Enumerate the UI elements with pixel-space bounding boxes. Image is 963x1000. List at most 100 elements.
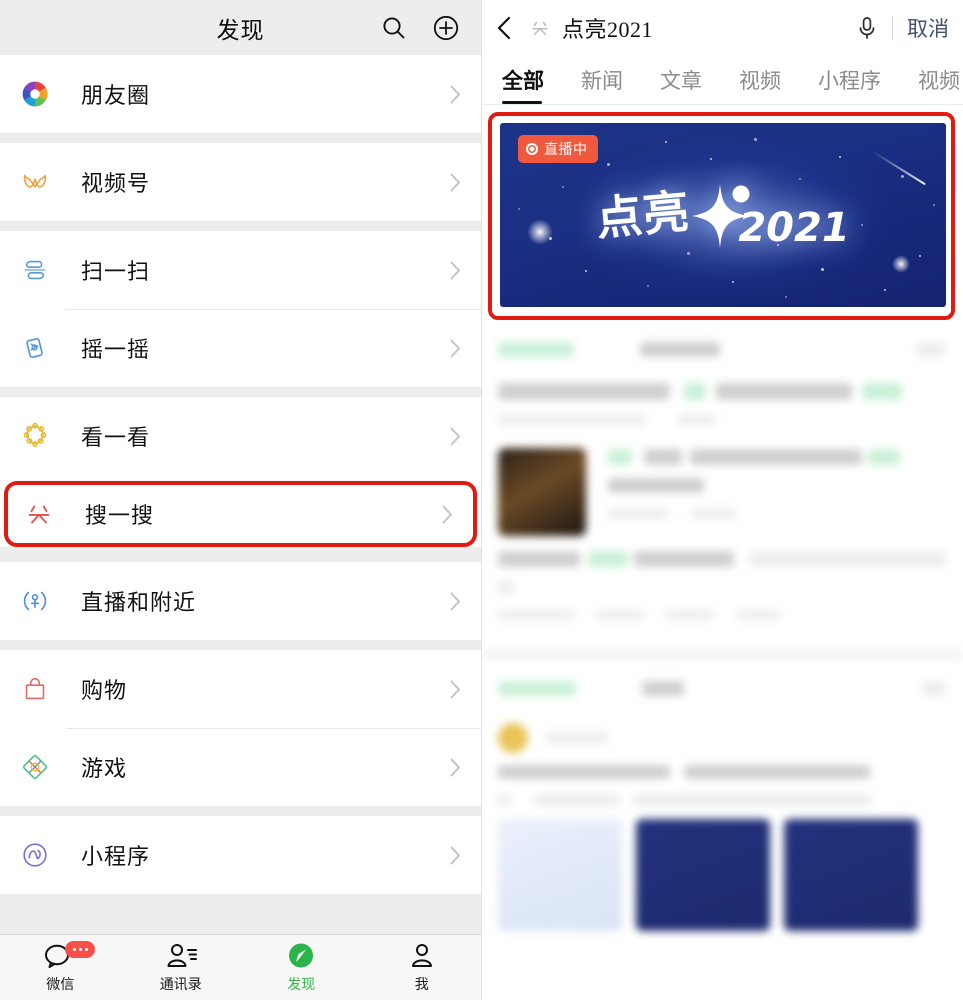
scan-icon <box>18 253 52 287</box>
live-banner-highlight: 直播中 点亮 2021 <box>488 112 955 320</box>
chevron-right-icon <box>450 173 461 192</box>
result-item[interactable] <box>482 326 963 448</box>
channels-icon <box>18 165 52 199</box>
group-divider <box>0 806 481 816</box>
search-sparkle-icon <box>528 16 552 40</box>
discover-group-6: 购物 游戏 <box>0 650 481 806</box>
sidebar-item-label: 游戏 <box>81 756 128 781</box>
group-divider <box>0 387 481 397</box>
search-results-panel: 点亮2021 取消 全部 新闻 文章 视频 小程序 视频 直播中 点亮 2021 <box>482 0 963 1000</box>
result-item[interactable] <box>482 448 963 546</box>
sidebar-item-games[interactable]: 游戏 <box>0 728 481 806</box>
games-icon <box>18 750 52 784</box>
header-divider <box>892 15 893 40</box>
tab-wechat[interactable]: 微信 <box>0 935 121 1000</box>
chevron-right-icon <box>450 339 461 358</box>
sidebar-item-label: 朋友圈 <box>81 83 151 108</box>
live-badge-label: 直播中 <box>544 143 588 158</box>
chevron-right-icon <box>450 758 461 777</box>
chevron-right-icon <box>450 592 461 611</box>
discover-group-3: 扫一扫 摇一摇 <box>0 231 481 387</box>
contacts-icon <box>164 941 198 971</box>
shake-icon <box>18 331 52 365</box>
chevron-right-icon <box>450 261 461 280</box>
result-tabs: 全部 新闻 文章 视频 小程序 视频 <box>482 55 963 105</box>
sidebar-item-scan[interactable]: 扫一扫 <box>0 231 481 309</box>
section-divider <box>482 650 963 659</box>
chat-bubble-icon <box>43 941 96 971</box>
live-nearby-icon <box>18 584 52 618</box>
search-sparkle-icon <box>22 497 56 531</box>
live-banner[interactable]: 直播中 点亮 2021 <box>500 123 946 307</box>
bottom-tabbar: 微信 通讯录 发现 我 <box>0 934 482 1000</box>
sidebar-item-moments[interactable]: 朋友圈 <box>0 55 481 133</box>
avatar <box>498 723 528 753</box>
banner-logo: 点亮 2021 <box>500 178 946 252</box>
sidebar-item-label: 摇一摇 <box>81 337 151 362</box>
person-icon <box>405 941 439 971</box>
search-icon[interactable] <box>381 15 407 41</box>
group-divider <box>0 221 481 231</box>
sidebar-item-top-stories[interactable]: 看一看 <box>0 397 481 475</box>
result-item[interactable] <box>482 665 963 951</box>
group-divider <box>0 553 481 562</box>
plus-circle-icon[interactable] <box>433 15 459 41</box>
page-title: 发现 <box>216 17 265 43</box>
result-card-image <box>784 819 918 931</box>
chevron-right-icon <box>442 505 453 524</box>
tab-label: 我 <box>414 978 429 993</box>
sidebar-item-label: 直播和附近 <box>81 590 197 615</box>
sidebar-item-label: 小程序 <box>81 844 151 869</box>
sidebar-item-shake[interactable]: 摇一摇 <box>0 309 481 387</box>
top-stories-icon <box>18 419 52 453</box>
microphone-icon[interactable] <box>856 15 878 41</box>
sidebar-item-label: 购物 <box>81 678 128 703</box>
sidebar-item-label: 看一看 <box>81 425 151 450</box>
tab-contacts[interactable]: 通讯录 <box>121 935 242 1000</box>
chevron-right-icon <box>450 427 461 446</box>
tab-label: 通讯录 <box>159 978 202 993</box>
banner-title: 点亮 <box>594 184 693 246</box>
tab-all[interactable]: 全部 <box>502 65 544 104</box>
mini-programs-icon <box>18 838 52 872</box>
group-divider <box>0 640 481 650</box>
result-thumbnail <box>498 448 586 536</box>
discover-group-2: 视频号 <box>0 143 481 221</box>
discover-group-5: 直播和附近 <box>0 562 481 640</box>
sparkle-star-icon <box>686 178 760 252</box>
result-card-image <box>498 819 622 931</box>
tab-articles[interactable]: 文章 <box>660 65 702 104</box>
result-card-image <box>636 819 770 931</box>
header-actions <box>381 15 459 41</box>
discover-group-4: 看一看 搜一搜 <box>0 397 481 547</box>
tab-news[interactable]: 新闻 <box>581 65 623 104</box>
discover-header: 发现 <box>0 0 481 55</box>
tab-video[interactable]: 视频 <box>739 65 781 104</box>
chevron-right-icon <box>450 85 461 104</box>
cancel-button[interactable]: 取消 <box>907 13 949 43</box>
moments-icon <box>18 77 52 111</box>
live-dot-icon <box>526 143 538 155</box>
tab-mini-programs[interactable]: 小程序 <box>818 65 881 104</box>
search-input[interactable]: 点亮2021 <box>562 12 856 44</box>
tab-discover[interactable]: 发现 <box>241 935 362 1000</box>
search-header: 点亮2021 取消 <box>482 0 963 55</box>
sidebar-item-mini-programs[interactable]: 小程序 <box>0 816 481 894</box>
sidebar-item-channels[interactable]: 视频号 <box>0 143 481 221</box>
status-badge: 直播中 <box>518 135 598 163</box>
back-arrow-icon[interactable] <box>494 15 516 41</box>
sidebar-item-live-nearby[interactable]: 直播和附近 <box>0 562 481 640</box>
tab-video-2[interactable]: 视频 <box>918 65 960 104</box>
screenshot-root: 发现 朋友圈 视频号 扫一扫 摇一摇 看一看 搜一搜 直播和附近 购物 游戏 小… <box>0 0 963 1000</box>
unread-badge <box>65 941 96 958</box>
result-item[interactable] <box>482 546 963 644</box>
sidebar-item-search-sousou[interactable]: 搜一搜 <box>4 481 477 547</box>
discover-group-1: 朋友圈 <box>0 55 481 133</box>
tab-label: 发现 <box>287 978 316 993</box>
chevron-right-icon <box>450 846 461 865</box>
group-divider <box>0 133 481 143</box>
tab-me[interactable]: 我 <box>362 935 482 1000</box>
compass-icon <box>284 941 318 971</box>
sidebar-item-shopping[interactable]: 购物 <box>0 650 481 728</box>
sidebar-item-label: 视频号 <box>81 171 151 196</box>
